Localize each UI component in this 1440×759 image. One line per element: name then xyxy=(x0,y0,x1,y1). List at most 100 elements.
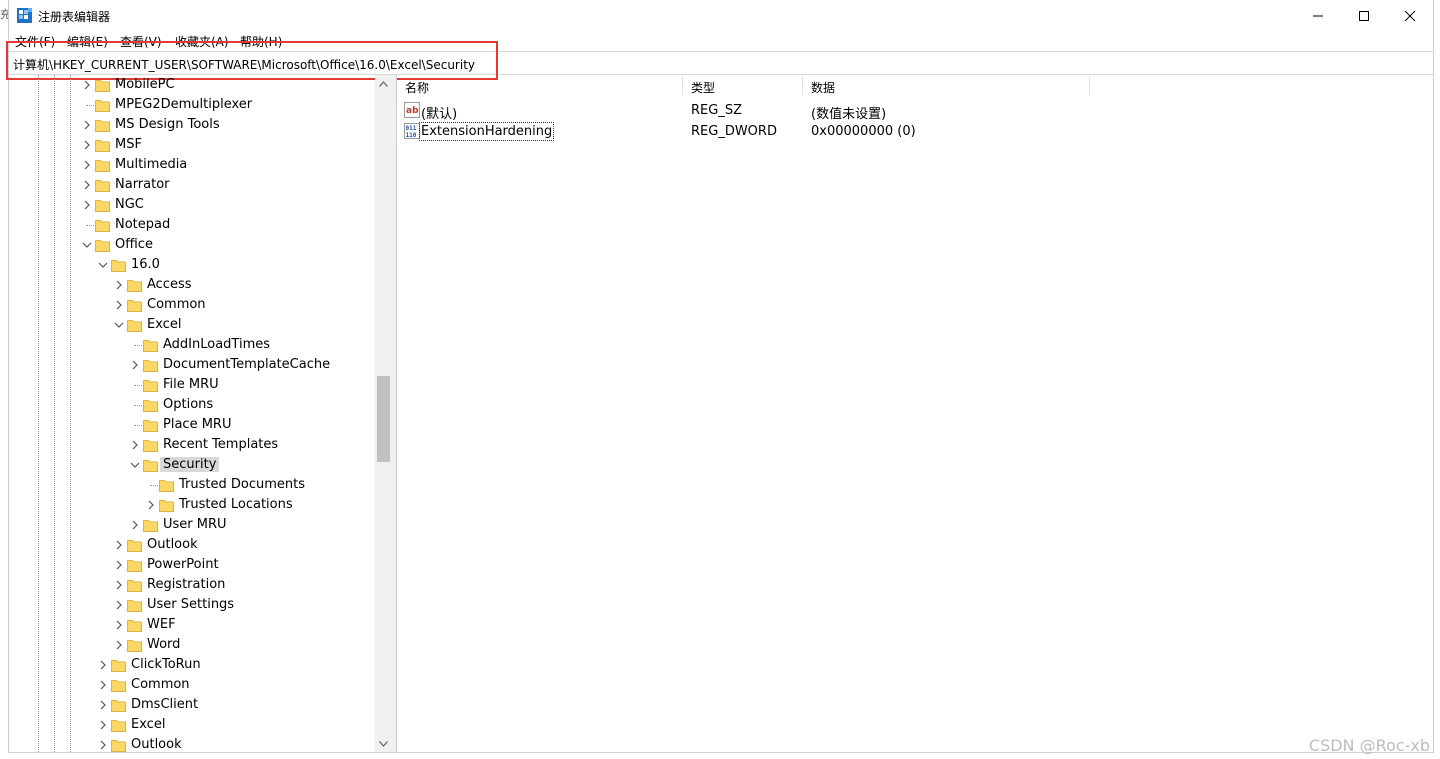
tree-item[interactable]: Excel xyxy=(9,315,375,335)
folder-icon xyxy=(127,540,142,552)
chevron-right-icon[interactable] xyxy=(81,138,93,152)
tree-item[interactable]: Recent Templates xyxy=(9,435,375,455)
tree-item-label: MobilePC xyxy=(115,77,175,92)
tree-item-label: Excel xyxy=(131,717,166,732)
tree-item[interactable]: Multimedia xyxy=(9,155,375,175)
folder-icon xyxy=(95,180,110,192)
tree-item[interactable]: Trusted Documents xyxy=(9,475,375,495)
tree-item-label: Outlook xyxy=(147,537,198,552)
tree-item[interactable]: Access xyxy=(9,275,375,295)
column-header-type[interactable]: 类型 xyxy=(683,75,803,97)
tree-item-label: Multimedia xyxy=(115,157,188,172)
tree-item-label: Trusted Documents xyxy=(179,477,305,492)
tree-item[interactable]: Narrator xyxy=(9,175,375,195)
minimize-button[interactable] xyxy=(1295,0,1341,31)
chevron-right-icon[interactable] xyxy=(113,638,125,652)
close-button[interactable] xyxy=(1387,0,1433,31)
chevron-right-icon[interactable] xyxy=(97,678,109,692)
chevron-right-icon[interactable] xyxy=(97,658,109,672)
tree-item[interactable]: NGC xyxy=(9,195,375,215)
tree-guide-line xyxy=(150,485,158,486)
tree-item-label: File MRU xyxy=(163,377,219,392)
tree-item[interactable]: Notepad xyxy=(9,215,375,235)
window-title: 注册表编辑器 xyxy=(38,10,111,24)
chevron-down-icon[interactable] xyxy=(81,238,93,252)
tree-item-label: Outlook xyxy=(131,737,182,752)
folder-icon xyxy=(127,580,142,592)
tree-item[interactable]: MobilePC xyxy=(9,75,375,95)
tree-item[interactable]: AddInLoadTimes xyxy=(9,335,375,355)
tree-guide-line xyxy=(134,405,142,406)
chevron-right-icon[interactable] xyxy=(113,618,125,632)
tree-item[interactable]: User MRU xyxy=(9,515,375,535)
tree-item[interactable]: MS Design Tools xyxy=(9,115,375,135)
chevron-right-icon[interactable] xyxy=(113,578,125,592)
scroll-down-button[interactable] xyxy=(375,735,392,752)
tree-vertical-scrollbar[interactable] xyxy=(375,75,392,752)
chevron-right-icon[interactable] xyxy=(81,158,93,172)
tree-item[interactable]: Registration xyxy=(9,575,375,595)
chevron-down-icon[interactable] xyxy=(113,318,125,332)
value-row[interactable]: 011 110 ExtensionHardening REG_DWORD 0x0… xyxy=(397,121,1433,141)
chevron-right-icon[interactable] xyxy=(113,598,125,612)
tree-item[interactable]: Outlook xyxy=(9,735,375,752)
chevron-right-icon[interactable] xyxy=(129,358,141,372)
registry-key-tree: MobilePC MPEG2Demultiplexer MS Design Tool… xyxy=(9,75,392,752)
tree-item[interactable]: Common xyxy=(9,675,375,695)
chevron-right-icon[interactable] xyxy=(81,198,93,212)
tree-item[interactable]: Place MRU xyxy=(9,415,375,435)
chevron-right-icon[interactable] xyxy=(97,718,109,732)
tree-item[interactable]: Trusted Locations xyxy=(9,495,375,515)
tree-item[interactable]: MSF xyxy=(9,135,375,155)
folder-icon xyxy=(127,280,142,292)
chevron-right-icon[interactable] xyxy=(81,78,93,92)
tree-item[interactable]: ClickToRun xyxy=(9,655,375,675)
value-type: REG_DWORD xyxy=(691,124,777,139)
chevron-right-icon[interactable] xyxy=(113,538,125,552)
scroll-thumb[interactable] xyxy=(377,376,390,462)
values-list: 名称 类型 数据 ab (默认) REG_SZ (数值未设置) 011 110 xyxy=(397,75,1433,752)
chevron-right-icon[interactable] xyxy=(97,738,109,752)
tree-item[interactable]: Word xyxy=(9,635,375,655)
scroll-up-button[interactable] xyxy=(375,75,392,92)
folder-icon xyxy=(111,700,126,712)
chevron-right-icon[interactable] xyxy=(113,278,125,292)
chevron-right-icon[interactable] xyxy=(81,178,93,192)
folder-icon xyxy=(143,380,158,392)
tree-item[interactable]: Options xyxy=(9,395,375,415)
tree-item-label: MSF xyxy=(115,137,142,152)
tree-item[interactable]: PowerPoint xyxy=(9,555,375,575)
chevron-right-icon[interactable] xyxy=(129,438,141,452)
chevron-right-icon[interactable] xyxy=(113,298,125,312)
tree-item-label: DmsClient xyxy=(131,697,199,712)
tree-item[interactable]: 16.0 xyxy=(9,255,375,275)
svg-text:011: 011 xyxy=(406,125,417,132)
tree-item[interactable]: WEF xyxy=(9,615,375,635)
tree-item-label: Registration xyxy=(147,577,226,592)
tree-item[interactable]: MPEG2Demultiplexer xyxy=(9,95,375,115)
address-bar[interactable]: 计算机\HKEY_CURRENT_USER\SOFTWARE\Microsoft… xyxy=(6,41,1433,80)
tree-item[interactable]: Excel xyxy=(9,715,375,735)
chevron-down-icon[interactable] xyxy=(97,258,109,272)
chevron-right-icon[interactable] xyxy=(129,518,141,532)
tree-item[interactable]: File MRU xyxy=(9,375,375,395)
column-separator[interactable] xyxy=(1089,77,1090,95)
chevron-right-icon[interactable] xyxy=(97,698,109,712)
value-row[interactable]: ab (默认) REG_SZ (数值未设置) xyxy=(397,100,1433,122)
chevron-right-icon[interactable] xyxy=(113,558,125,572)
tree-item[interactable]: DmsClient xyxy=(9,695,375,715)
column-header-data[interactable]: 数据 xyxy=(803,75,1090,97)
tree-item[interactable]: Office xyxy=(9,235,375,255)
chevron-right-icon[interactable] xyxy=(145,498,157,512)
tree-item[interactable]: User Settings xyxy=(9,595,375,615)
tree-item-label: Common xyxy=(147,297,206,312)
column-header-name[interactable]: 名称 xyxy=(397,75,683,97)
tree-item-label: Recent Templates xyxy=(163,437,279,452)
chevron-down-icon[interactable] xyxy=(129,458,141,472)
tree-item[interactable]: Security xyxy=(9,455,375,475)
maximize-button[interactable] xyxy=(1341,0,1387,31)
tree-item[interactable]: DocumentTemplateCache xyxy=(9,355,375,375)
chevron-right-icon[interactable] xyxy=(81,118,93,132)
tree-item[interactable]: Outlook xyxy=(9,535,375,555)
tree-item[interactable]: Common xyxy=(9,295,375,315)
